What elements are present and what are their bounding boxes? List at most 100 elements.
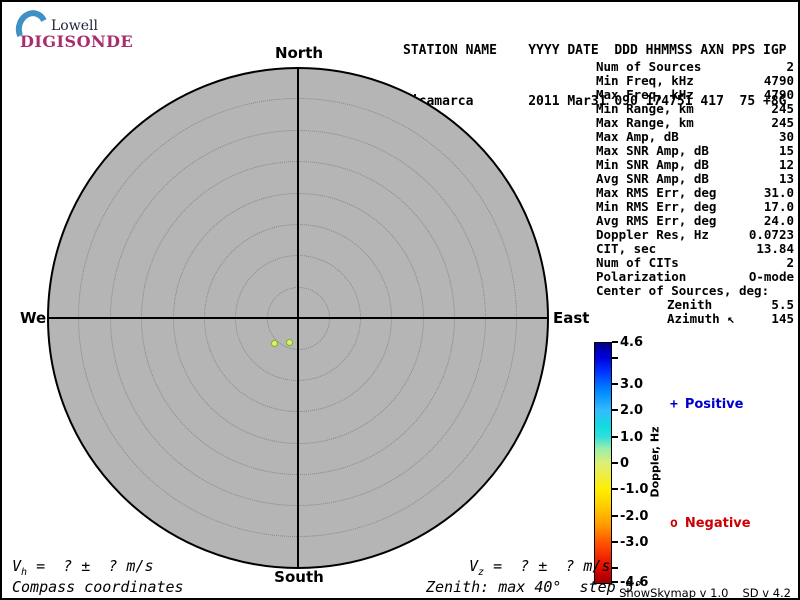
colorbar-tick-label: 3.0 (620, 377, 644, 392)
stat-value: 0.0723 (748, 227, 794, 242)
stat-label: Min Range, km (596, 101, 694, 116)
stat-value: 145 (771, 311, 794, 326)
colorbar-tick (612, 436, 618, 438)
stat-row: Min Freq, kHz 4790 (596, 74, 794, 88)
stat-value: 13.84 (756, 241, 794, 256)
colorbar-tick (612, 409, 618, 411)
stat-row: Max Amp, dB 30 (596, 130, 794, 144)
stat-row: Max Range, km 245 (596, 116, 794, 130)
legend-positive: + Positive (670, 397, 743, 412)
colorbar-tick-label: 4.6 (620, 335, 644, 350)
colorbar-title: Doppler, Hz (648, 426, 662, 498)
stat-value: 4790 (763, 87, 794, 102)
doppler-colorbar (594, 342, 612, 584)
colorbar-tick-label: 2.0 (620, 403, 644, 418)
stat-row: Avg SNR Amp, dB 13 (596, 172, 794, 186)
vz-value: = ? ± ? m/s (484, 557, 611, 575)
stat-value: 5.5 (771, 297, 794, 312)
stats-panel: Num of Sources 2 Min Freq, kHz 4790 Max Fr… (596, 60, 794, 326)
stat-row: CIT, sec 13.84 (596, 242, 794, 256)
stat-row: Max RMS Err, deg 31.0 (596, 186, 794, 200)
stat-label: Max SNR Amp, dB (596, 143, 709, 158)
colorbar-tick (612, 383, 618, 385)
stat-label: Avg RMS Err, deg (596, 213, 717, 228)
stat-label: Polarization (596, 269, 687, 284)
stat-row: Num of Sources 2 (596, 60, 794, 74)
coordinates-note: Compass coordinates (12, 578, 184, 596)
colorbar-tick-label: 0 (620, 456, 630, 471)
stat-value: 245 (771, 101, 794, 116)
circle-marker-icon: o (670, 516, 678, 531)
colorbar-tick (612, 567, 618, 569)
colorbar-tick (612, 341, 618, 343)
crosshair-vertical-line (297, 67, 299, 569)
stat-row: Num of CITs 2 (596, 256, 794, 270)
vh-symbol: V (12, 557, 22, 575)
stat-label: Max Range, km (596, 115, 694, 130)
stat-value: 2 (786, 255, 794, 270)
stat-label: Zenith (667, 297, 713, 312)
station-header-labels: STATION NAME YYYY DATE DDD HHMMSS AXN PP… (403, 43, 787, 58)
stat-row: Azimuth ↖ 145 (596, 312, 794, 326)
stat-value: 13 (778, 171, 794, 186)
stat-row: Min SNR Amp, dB 12 (596, 158, 794, 172)
stat-row: Polarization O-mode (596, 270, 794, 284)
stat-value: 30 (778, 129, 794, 144)
legend-negative-label: Negative (684, 516, 751, 531)
stat-label: Azimuth ↖ (667, 311, 735, 326)
stat-row: Max Freq, kHz 4790 (596, 88, 794, 102)
stat-value: 17.0 (763, 199, 794, 214)
stat-row: Min RMS Err, deg 17.0 (596, 200, 794, 214)
stat-row: Min Range, km 245 (596, 102, 794, 116)
colorbar-tick (612, 541, 618, 543)
stat-label: Num of CITs (596, 255, 679, 270)
colorbar-tick (612, 357, 618, 359)
skymap-page: Lowell DIGISONDE STATION NAME YYYY DATE … (0, 0, 800, 600)
compass-label-north: North (274, 44, 324, 62)
stat-label: CIT, sec (596, 241, 657, 256)
stat-value: O-mode (748, 269, 794, 284)
colorbar-tick (612, 462, 618, 464)
colorbar-tick-label: -2.0 (620, 509, 649, 524)
app-version: ShowSkymap v 1.0 (619, 586, 729, 600)
legend-positive-label: Positive (684, 397, 744, 412)
stat-value: 24.0 (763, 213, 794, 228)
colorbar-tick-label: -1.0 (620, 482, 649, 497)
stat-label: Doppler Res, Hz (596, 227, 709, 242)
stat-label: Center of Sources, deg: (596, 283, 770, 298)
stat-value: 2 (786, 59, 794, 74)
stat-label: Max Freq, kHz (596, 87, 694, 102)
zenith-step-note: Zenith: max 40° step 5° (426, 578, 643, 596)
stat-label: Max RMS Err, deg (596, 185, 717, 200)
vh-readout: Vh = ? ± ? m/s (12, 557, 154, 578)
vh-value: = ? ± ? m/s (27, 557, 154, 575)
stat-value: 31.0 (763, 185, 794, 200)
colorbar-tick (612, 488, 618, 490)
stat-value: 12 (778, 157, 794, 172)
stat-row: Doppler Res, Hz 0.0723 (596, 228, 794, 242)
stat-label: Num of Sources (596, 59, 702, 74)
colorbar-tick (612, 515, 618, 517)
stat-label: Avg SNR Amp, dB (596, 171, 709, 186)
stat-value: 4790 (763, 73, 794, 88)
stat-label: Min Freq, kHz (596, 73, 694, 88)
sd-version: SD v 4.2 (742, 586, 791, 600)
compass-label-east: East (553, 309, 590, 327)
stat-value: 15 (778, 143, 794, 158)
legend-negative: o Negative (670, 516, 751, 531)
stat-label: Max Amp, dB (596, 129, 679, 144)
stat-label: Min SNR Amp, dB (596, 157, 709, 172)
stat-row: Max SNR Amp, dB 15 (596, 144, 794, 158)
vz-symbol: V (469, 557, 479, 575)
stat-label: Min RMS Err, deg (596, 199, 717, 214)
stat-row: Center of Sources, deg: (596, 284, 794, 298)
compass-label-south: South (274, 568, 324, 586)
stat-row: Zenith 5.5 (596, 298, 794, 312)
source-point (271, 340, 278, 347)
colorbar-tick-label: 1.0 (620, 430, 644, 445)
source-point (286, 339, 293, 346)
stat-value: 245 (771, 115, 794, 130)
footer-version: ShowSkymap v 1.0 SD v 4.2 (619, 586, 791, 600)
colorbar-tick-label: -3.0 (620, 535, 649, 550)
plus-marker-icon: + (670, 397, 678, 412)
